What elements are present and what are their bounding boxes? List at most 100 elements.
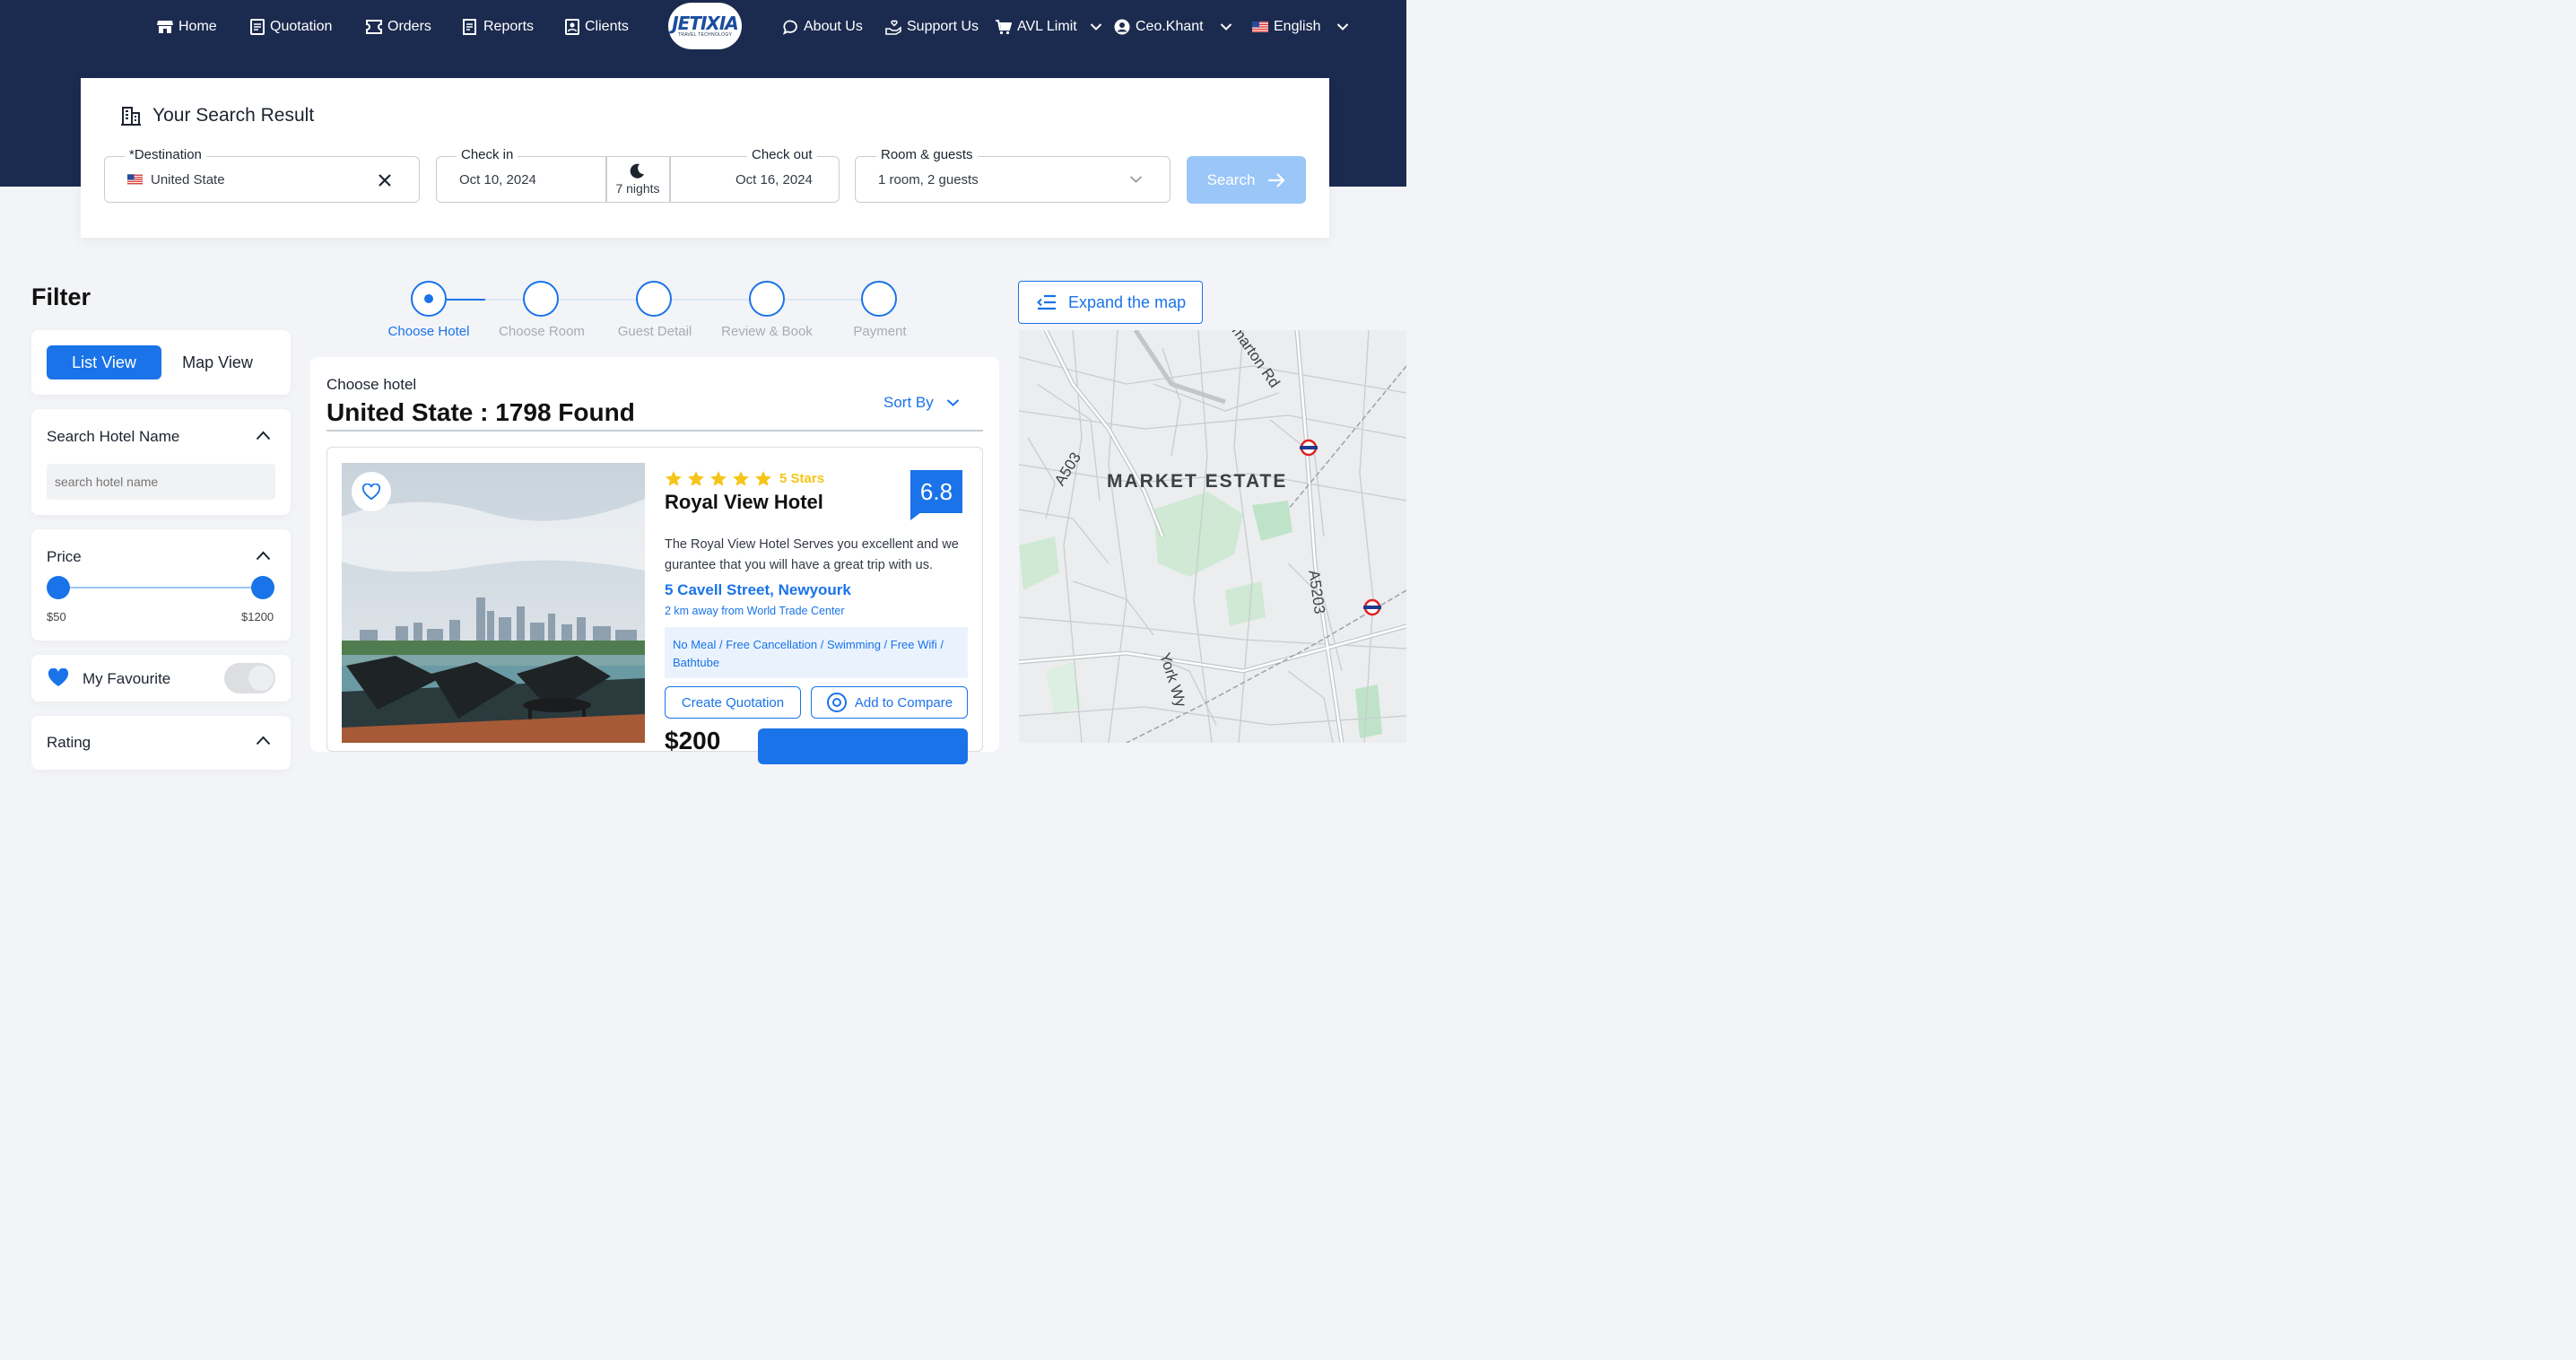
chevron-down-icon	[946, 399, 959, 406]
ticket-icon	[366, 20, 382, 34]
logo-text: JETIXIA	[672, 13, 739, 34]
nav-home[interactable]: Home	[157, 18, 217, 36]
us-flag-icon	[127, 174, 143, 185]
map-canvas[interactable]	[1019, 330, 1406, 743]
hotel-name-title: Search Hotel Name	[47, 428, 180, 445]
amenities-text: No Meal / Free Cancellation / Swimming /…	[673, 638, 944, 669]
price-min-label: $50	[47, 610, 66, 623]
nav-user-label: Ceo.Khant	[1136, 19, 1204, 34]
hotel-photo[interactable]	[342, 463, 645, 743]
review-score: 6.8	[919, 477, 953, 505]
step-label: Choose Hotel	[387, 324, 470, 339]
nav-orders[interactable]: Orders	[366, 18, 431, 36]
date-divider	[605, 156, 607, 203]
chevron-up-icon[interactable]	[256, 551, 271, 561]
jetixia-logo[interactable]: JETIXIA TRAVEL TECHNOLOGY	[668, 3, 742, 49]
star-icon	[666, 471, 682, 486]
store-icon	[157, 21, 173, 33]
create-quotation-button[interactable]: Create Quotation	[665, 686, 801, 719]
add-to-compare-button[interactable]: Add to Compare	[811, 686, 968, 719]
date-divider	[669, 156, 671, 203]
nav-reports[interactable]: Reports	[463, 18, 534, 36]
us-flag-icon	[1252, 22, 1268, 32]
hand-heart-icon	[885, 20, 901, 35]
step-circle-choose-hotel[interactable]	[411, 281, 447, 317]
chevron-up-icon[interactable]	[256, 431, 271, 440]
chat-bubble-icon	[783, 20, 797, 35]
nav-clients-label: Clients	[585, 19, 629, 34]
favourite-toggle[interactable]	[224, 663, 275, 693]
price-title: Price	[47, 548, 82, 565]
heart-icon	[48, 668, 69, 686]
step-connector-active	[447, 299, 485, 301]
score-badge-tail	[910, 512, 921, 520]
map-view[interactable]: MARKET ESTATE A503 A5203 York Wy marton …	[1019, 330, 1406, 743]
add-to-compare-label: Add to Compare	[854, 694, 953, 711]
toggle-knob	[248, 666, 274, 691]
hotel-address-link[interactable]: 5 Cavell Street, Newyourk	[665, 581, 851, 599]
step-label: Guest Detail	[617, 324, 692, 339]
price-slider-track	[58, 587, 263, 588]
nav-quotation[interactable]: Quotation	[250, 18, 332, 36]
heart-outline-icon	[362, 483, 380, 500]
create-quotation-label: Create Quotation	[681, 694, 785, 711]
chevron-down-icon	[1129, 176, 1143, 183]
select-hotel-button[interactable]	[758, 728, 968, 764]
expand-list-icon	[1037, 294, 1056, 310]
search-result-title: Your Search Result	[152, 105, 315, 126]
search-button[interactable]: Search	[1187, 156, 1306, 204]
step-circle-payment[interactable]	[861, 281, 897, 317]
hotel-name-search-input[interactable]	[47, 464, 275, 500]
star-icon	[755, 471, 771, 486]
nav-language[interactable]: English	[1252, 18, 1349, 36]
nav-support-label: Support Us	[907, 19, 979, 34]
underground-station-icon[interactable]	[1363, 598, 1381, 616]
destination-value: United State	[151, 172, 225, 187]
review-score-badge: 6.8	[910, 470, 962, 513]
nav-quotation-label: Quotation	[270, 19, 333, 34]
chevron-down-icon	[1337, 23, 1349, 31]
step-circle-guest-detail[interactable]	[636, 281, 672, 317]
nav-about[interactable]: About Us	[783, 18, 863, 36]
nav-support[interactable]: Support Us	[885, 18, 979, 36]
stars-label: 5 Stars	[779, 471, 825, 486]
checkout-label: Check out	[747, 147, 817, 162]
star-rating: 5 Stars	[665, 470, 824, 487]
expand-map-button[interactable]: Expand the map	[1018, 281, 1203, 324]
expand-map-label: Expand the map	[1068, 292, 1187, 311]
room-guests-label: Room & guests	[876, 147, 978, 162]
map-view-label: Map View	[182, 353, 253, 371]
nights-count: 7 nights	[615, 181, 660, 196]
list-view-button[interactable]: List View	[47, 345, 161, 379]
map-view-button[interactable]: Map View	[161, 345, 274, 379]
star-icon	[688, 471, 704, 486]
nav-clients[interactable]: Clients	[565, 18, 629, 36]
eye-icon	[826, 693, 847, 712]
step-circle-choose-room[interactable]	[523, 281, 559, 317]
step-label: Review & Book	[721, 324, 813, 339]
price-max-label: $1200	[241, 610, 274, 623]
star-icon	[733, 471, 749, 486]
clear-icon[interactable]	[378, 173, 392, 187]
chevron-down-icon	[1220, 23, 1231, 31]
price-max-handle[interactable]	[251, 576, 274, 599]
user-avatar-icon	[1114, 19, 1130, 35]
checkin-value: Oct 10, 2024	[459, 172, 536, 187]
step-circle-review-book[interactable]	[749, 281, 785, 317]
report-icon	[463, 19, 476, 35]
favourite-button[interactable]	[352, 472, 391, 511]
nav-avl-limit[interactable]: AVL Limit	[996, 18, 1102, 36]
underground-station-icon[interactable]	[1300, 439, 1318, 457]
hotel-distance: 2 km away from World Trade Center	[665, 605, 845, 617]
sort-by-dropdown[interactable]: Sort By	[883, 394, 960, 412]
results-subtitle: Choose hotel	[326, 376, 417, 393]
hotel-name[interactable]: Royal View Hotel	[665, 491, 823, 514]
chevron-down-icon	[1090, 23, 1101, 31]
results-heading: United State : 1798 Found	[326, 398, 635, 426]
checkout-value: Oct 16, 2024	[735, 172, 813, 187]
nav-avl-limit-label: AVL Limit	[1017, 19, 1077, 34]
nav-home-label: Home	[178, 19, 217, 34]
chevron-up-icon[interactable]	[256, 736, 271, 745]
nav-user-menu[interactable]: Ceo.Khant	[1114, 18, 1232, 36]
price-min-handle[interactable]	[47, 576, 70, 599]
